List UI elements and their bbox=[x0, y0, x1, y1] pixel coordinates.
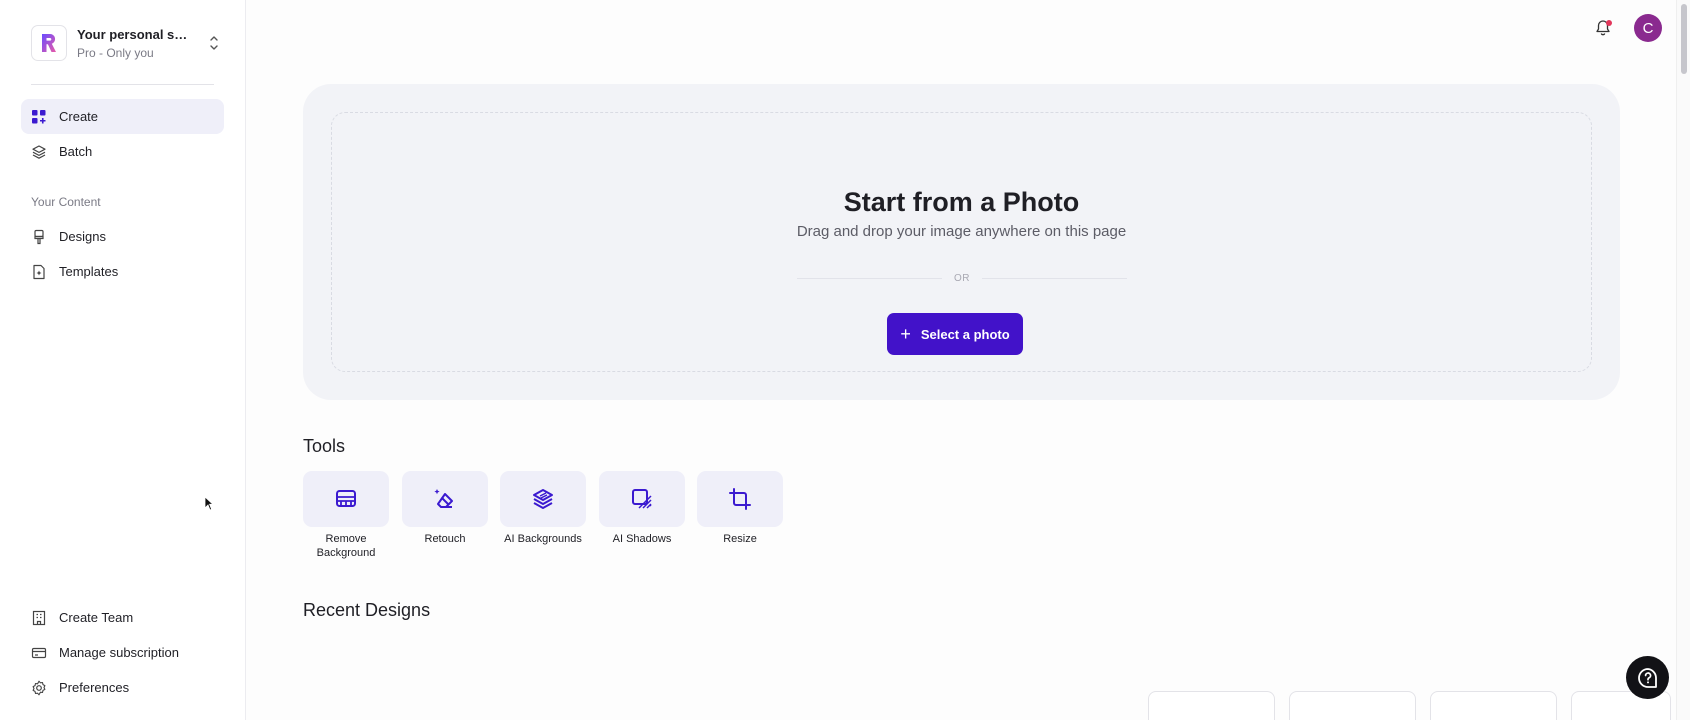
credit-card-icon bbox=[31, 645, 47, 661]
hero-title: Start from a Photo bbox=[843, 187, 1080, 217]
workspace-switcher[interactable]: Your personal sp... Pro - Only you bbox=[31, 24, 221, 62]
layers-icon bbox=[500, 471, 586, 527]
help-chat-icon bbox=[1637, 667, 1657, 688]
sidebar-item-label: Manage subscription bbox=[59, 645, 179, 660]
building-icon bbox=[31, 610, 47, 626]
sidebar-item-create[interactable]: Create bbox=[21, 99, 224, 134]
sidebar-item-label: Create bbox=[59, 109, 99, 124]
sidebar-item-label: Designs bbox=[59, 229, 106, 244]
tool-label: Retouch bbox=[424, 533, 466, 545]
drop-zone[interactable]: Start from a Photo Drag and drop your im… bbox=[331, 112, 1592, 372]
sidebar-item-batch[interactable]: Batch bbox=[21, 134, 224, 169]
plus-icon: + bbox=[900, 324, 911, 344]
upload-hero: Start from a Photo Drag and drop your im… bbox=[303, 84, 1620, 400]
sidebar-item-label: Batch bbox=[59, 144, 93, 159]
sidebar-item-preferences[interactable]: Preferences bbox=[21, 670, 224, 705]
mouse-cursor-icon bbox=[204, 496, 215, 516]
tools-heading: Tools bbox=[303, 436, 346, 456]
notification-dot bbox=[1606, 20, 1612, 26]
sidebar-divider bbox=[31, 84, 214, 85]
tool-label: AI Backgrounds bbox=[504, 533, 582, 545]
crop-icon bbox=[697, 471, 783, 527]
hero-subtitle: Drag and drop your image anywhere on thi… bbox=[796, 223, 1127, 240]
or-label: OR bbox=[954, 273, 970, 284]
select-photo-button[interactable]: + Select a photo bbox=[887, 313, 1023, 355]
tool-resize[interactable]: Resize bbox=[697, 471, 783, 546]
scrollbar-thumb[interactable] bbox=[1681, 4, 1687, 74]
recent-design-card[interactable] bbox=[1289, 691, 1416, 720]
template-file-icon bbox=[31, 264, 47, 280]
sidebar-item-label: Templates bbox=[59, 264, 119, 279]
layers-icon bbox=[31, 144, 47, 160]
or-divider: OR bbox=[797, 273, 1127, 284]
grid-plus-icon bbox=[31, 109, 47, 125]
eraser-icon bbox=[402, 471, 488, 527]
recent-design-card[interactable] bbox=[1148, 691, 1275, 720]
sidebar-item-templates[interactable]: Templates bbox=[21, 254, 224, 289]
workspace-logo-icon bbox=[31, 25, 67, 61]
tool-retouch[interactable]: Retouch bbox=[402, 471, 488, 546]
tool-label: AI Shadows bbox=[612, 533, 672, 545]
sidebar-item-label: Preferences bbox=[59, 680, 130, 695]
notifications-bell-icon[interactable] bbox=[1592, 16, 1614, 40]
workspace-name: Your personal sp... bbox=[77, 26, 189, 42]
tool-ai-shadows[interactable]: AI Shadows bbox=[599, 471, 685, 546]
scrollbar[interactable] bbox=[1676, 0, 1690, 720]
recent-design-card[interactable] bbox=[1430, 691, 1557, 720]
select-photo-label: Select a photo bbox=[920, 326, 1010, 342]
tool-label: Remove Background bbox=[316, 533, 376, 559]
gear-icon bbox=[31, 680, 47, 696]
sidebar-item-label: Create Team bbox=[59, 610, 134, 625]
chevron-up-down-icon bbox=[207, 32, 221, 54]
tool-label: Resize bbox=[723, 533, 757, 545]
remove-background-icon bbox=[303, 471, 389, 527]
sidebar: Your personal sp... Pro - Only you Creat… bbox=[0, 0, 246, 720]
brush-icon bbox=[31, 229, 47, 245]
recent-designs-heading: Recent Designs bbox=[303, 600, 431, 620]
sidebar-item-create-team[interactable]: Create Team bbox=[21, 600, 224, 635]
sidebar-item-designs[interactable]: Designs bbox=[21, 219, 224, 254]
tool-remove-background[interactable]: Remove Background bbox=[303, 471, 389, 560]
sidebar-section-label: Your Content bbox=[31, 195, 101, 209]
help-button[interactable] bbox=[1626, 656, 1669, 699]
workspace-plan: Pro - Only you bbox=[77, 45, 154, 60]
shadow-icon bbox=[599, 471, 685, 527]
avatar[interactable]: C bbox=[1634, 14, 1662, 42]
sidebar-item-manage-subscription[interactable]: Manage subscription bbox=[21, 635, 224, 670]
tool-ai-backgrounds[interactable]: AI Backgrounds bbox=[500, 471, 586, 546]
